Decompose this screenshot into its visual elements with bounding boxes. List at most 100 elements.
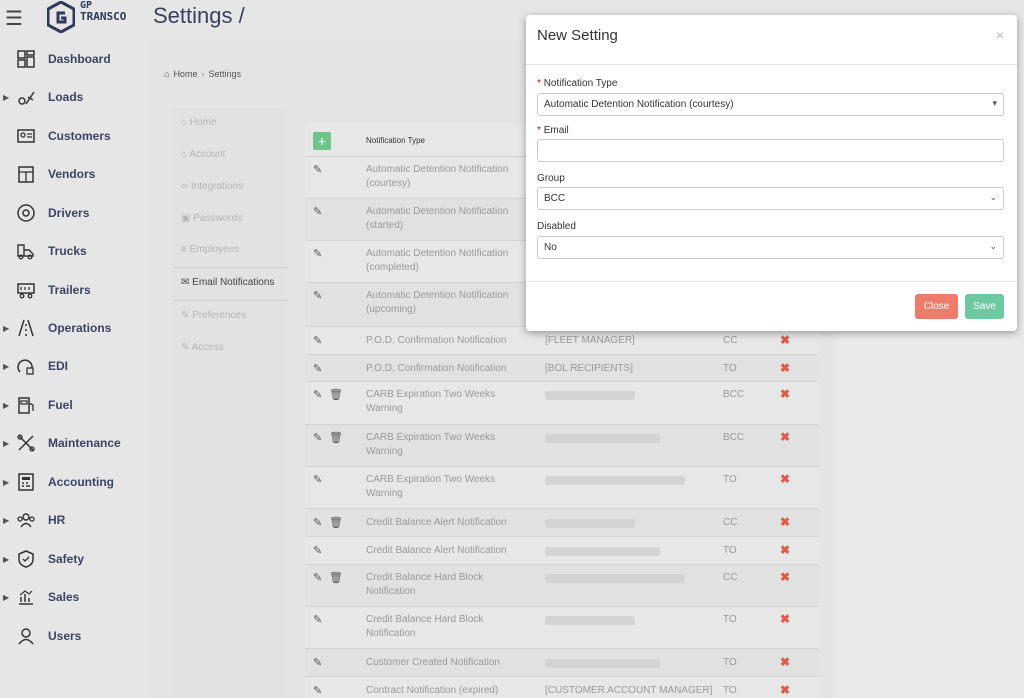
pencil-icon[interactable]: ✎ <box>313 544 322 557</box>
pencil-icon[interactable]: ✎ <box>313 473 322 486</box>
add-notification-button[interactable]: + <box>313 132 331 150</box>
trash-icon[interactable]: 🗑 <box>329 516 343 529</box>
vendors-icon <box>18 166 34 183</box>
sidebar-item-safety[interactable]: ▶ Safety <box>0 542 146 576</box>
delete-icon[interactable]: ✖ <box>780 515 790 529</box>
accounting-icon <box>18 473 34 491</box>
settings-nav-home[interactable]: ⌂ Home <box>181 117 217 128</box>
hr-icon <box>17 513 35 528</box>
sidebar-item-label: Fuel <box>48 398 73 412</box>
breadcrumb: ⌂ Home › Settings <box>164 69 245 79</box>
sidebar-item-trailers[interactable]: Trailers <box>0 273 146 307</box>
settings-nav-email-notifications[interactable]: ✉ Email Notifications <box>181 277 274 288</box>
sidebar-item-users[interactable]: Users <box>0 619 146 653</box>
redacted-email <box>545 476 685 485</box>
table-row: ✎ 🗑 CARB Expiration Two Weeks Warning BCC ✖ <box>305 425 818 467</box>
sidebar-item-trucks[interactable]: Trucks <box>0 234 146 268</box>
delete-icon[interactable]: ✖ <box>780 361 790 375</box>
settings-nav-employees[interactable]: ≡ Employees <box>181 244 239 255</box>
pencil-icon[interactable]: ✎ <box>313 516 322 529</box>
group-cell: TO <box>723 685 737 696</box>
sidebar-item-label: Trailers <box>48 283 91 297</box>
envelope-icon: ✉ <box>181 277 190 288</box>
sidebar-item-customers[interactable]: Customers <box>0 119 146 153</box>
trucks-icon <box>17 244 34 260</box>
group-select[interactable]: BCC ⌄ <box>537 187 1004 210</box>
sidebar-item-drivers[interactable]: Drivers <box>0 196 146 230</box>
pencil-icon[interactable]: ✎ <box>313 334 322 347</box>
sidebar-item-label: EDI <box>48 359 69 373</box>
sidebar-item-dashboard[interactable]: Dashboard <box>0 42 146 76</box>
settings-nav-integrations[interactable]: ∞ Integrations <box>181 181 243 192</box>
sidebar-item-vendors[interactable]: Vendors <box>0 157 146 191</box>
dashboard-icon <box>17 50 35 68</box>
sidebar-item-label: Safety <box>48 552 85 566</box>
delete-icon[interactable]: ✖ <box>780 543 790 557</box>
disabled-select[interactable]: No ⌄ <box>537 236 1004 259</box>
delete-icon[interactable]: ✖ <box>780 570 790 584</box>
sidebar-item-operations[interactable]: ▶ Operations <box>0 311 146 345</box>
hamburger-icon[interactable]: ☰ <box>5 6 23 31</box>
save-button[interactable]: Save <box>965 294 1004 319</box>
notification-type-label: * Notification Type <box>537 78 617 89</box>
delete-icon[interactable]: ✖ <box>780 333 790 347</box>
delete-icon[interactable]: ✖ <box>780 430 790 444</box>
trailers-icon <box>17 283 35 299</box>
trash-icon[interactable]: 🗑 <box>329 431 343 444</box>
sidebar-item-label: Vendors <box>48 167 96 181</box>
notification-type-select[interactable]: Automatic Detention Notification (courte… <box>537 93 1004 116</box>
safety-icon <box>18 550 34 568</box>
notification-type-cell: Credit Balance Alert Notification <box>366 517 507 528</box>
pencil-icon[interactable]: ✎ <box>313 289 322 302</box>
settings-nav-preferences[interactable]: ✎ Preferences <box>181 310 246 321</box>
delete-icon[interactable]: ✖ <box>780 612 790 626</box>
table-row: ✎ 🗑 Credit Balance Alert Notification CC ✖ <box>305 509 818 537</box>
sidebar-item-accounting[interactable]: ▶ Accounting <box>0 465 146 499</box>
modal-close-icon[interactable]: × <box>996 27 1004 43</box>
pencil-icon[interactable]: ✎ <box>313 388 322 401</box>
sidebar-item-label: Dashboard <box>48 52 111 66</box>
email-field[interactable] <box>537 139 1004 162</box>
sidebar-item-edi[interactable]: ▶ EDI <box>0 349 146 383</box>
pencil-icon[interactable]: ✎ <box>313 571 322 584</box>
trash-icon[interactable]: 🗑 <box>329 388 343 401</box>
settings-nav-access[interactable]: ✎ Access <box>181 342 224 353</box>
sidebar-item-label: Accounting <box>48 475 114 489</box>
pencil-icon[interactable]: ✎ <box>313 431 322 444</box>
sidebar-item-sales[interactable]: ▶ Sales <box>0 580 146 614</box>
chevron-down-icon: ⌄ <box>989 241 997 251</box>
delete-icon[interactable]: ✖ <box>780 655 790 669</box>
pencil-icon[interactable]: ✎ <box>313 205 322 218</box>
pencil-icon[interactable]: ✎ <box>313 362 322 375</box>
settings-nav-label: Passwords <box>193 213 243 224</box>
settings-nav-passwords[interactable]: ▣ Passwords <box>181 213 242 224</box>
close-button[interactable]: Close <box>915 294 958 319</box>
pencil-icon[interactable]: ✎ <box>313 163 322 176</box>
settings-nav-account[interactable]: ⌂ Account <box>181 149 225 160</box>
trash-icon[interactable]: 🗑 <box>329 571 343 584</box>
breadcrumb-home[interactable]: Home <box>173 69 197 79</box>
sidebar-item-fuel[interactable]: ▶ Fuel <box>0 388 146 422</box>
sidebar-item-loads[interactable]: ▶ Loads <box>0 80 146 114</box>
caret-right-icon: ▶ <box>3 554 10 564</box>
redacted-email <box>545 391 635 400</box>
notification-type-cell: Credit Balance Hard Block Notification <box>366 614 484 639</box>
company-logo[interactable]: GP TRANSCO <box>47 0 137 34</box>
group-cell: CC <box>723 335 738 346</box>
pencil-icon[interactable]: ✎ <box>313 684 322 697</box>
delete-icon[interactable]: ✖ <box>780 472 790 486</box>
caret-right-icon: ▶ <box>3 323 10 333</box>
pencil-icon[interactable]: ✎ <box>313 613 322 626</box>
sidebar-item-label: Users <box>48 629 82 643</box>
list-icon: ≡ <box>181 244 187 255</box>
delete-icon[interactable]: ✖ <box>780 683 790 697</box>
pencil-icon[interactable]: ✎ <box>313 656 322 669</box>
sidebar-item-label: Drivers <box>48 206 90 220</box>
sidebar-item-label: Customers <box>48 129 111 143</box>
settings-nav-label: Employees <box>189 244 240 255</box>
sidebar-item-hr[interactable]: ▶ HR <box>0 503 146 537</box>
delete-icon[interactable]: ✖ <box>780 387 790 401</box>
wrench-icon: ✎ <box>181 310 190 321</box>
pencil-icon[interactable]: ✎ <box>313 247 322 260</box>
sidebar-item-maintenance[interactable]: ▶ Maintenance <box>0 426 146 460</box>
